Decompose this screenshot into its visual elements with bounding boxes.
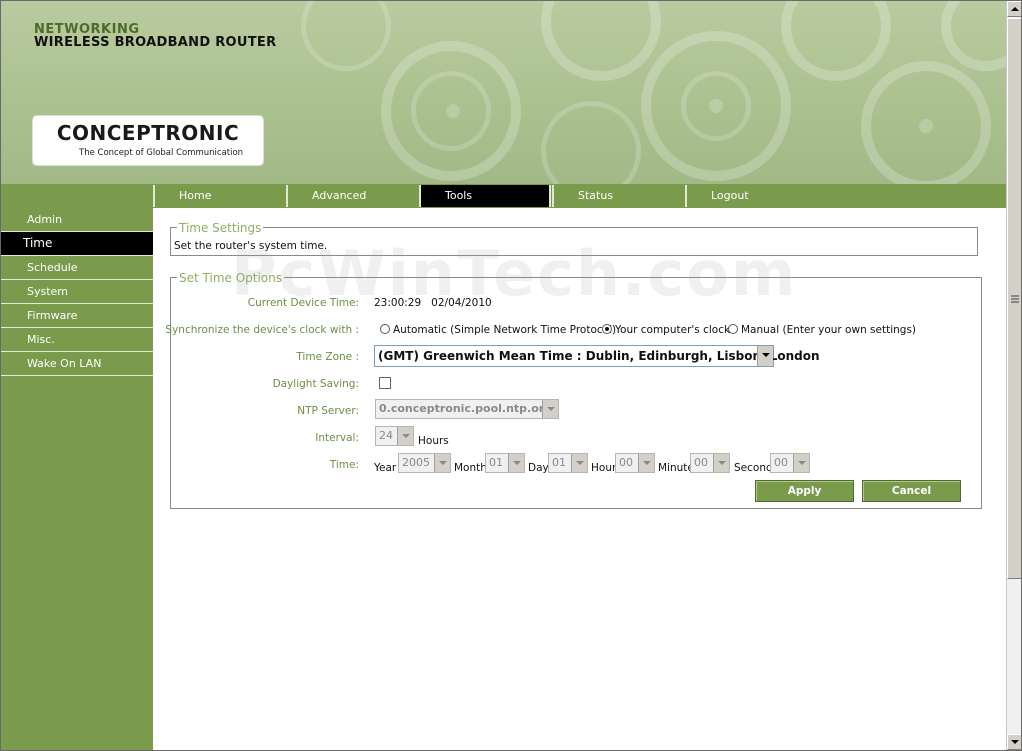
chevron-down-icon[interactable]	[713, 454, 729, 472]
year-label: Year	[374, 462, 397, 474]
conceptronic-logo: CONCEPTRONIC The Concept of Global Commu…	[33, 116, 263, 165]
ntp-server-select[interactable]: 0.conceptronic.pool.ntp.org	[375, 399, 559, 419]
header-banner: NETWORKING WIRELESS BROADBAND ROUTER CON…	[1, 1, 1006, 184]
time-options-legend: Set Time Options	[177, 271, 285, 285]
logo-tagline: The Concept of Global Communication	[79, 148, 244, 158]
scroll-down-icon[interactable]	[1007, 734, 1021, 750]
grip-icon	[1011, 295, 1019, 303]
current-time-label: Current Device Time:	[247, 297, 359, 309]
sync-option-manual[interactable]: Manual (Enter your own settings)	[728, 324, 916, 336]
timezone-label: Time Zone :	[296, 351, 359, 363]
logo-text: CONCEPTRONIC	[56, 121, 240, 145]
chevron-down-icon[interactable]	[508, 454, 524, 472]
interval-unit: Hours	[418, 435, 449, 447]
sync-option-manual-label: Manual (Enter your own settings)	[741, 324, 917, 336]
timezone-value: (GMT) Greenwich Mean Time : Dublin, Edin…	[378, 349, 820, 363]
scroll-up-icon[interactable]	[1007, 1, 1021, 17]
minute-value: 00	[694, 456, 708, 469]
chevron-down-icon[interactable]	[542, 400, 558, 418]
year-value: 2005	[402, 456, 430, 469]
hour-value: 00	[619, 456, 633, 469]
sync-option-automatic-label: Automatic (Simple Network Time Protocol)	[393, 324, 617, 336]
decor-ring	[541, 1, 661, 81]
cancel-button[interactable]: Cancel	[862, 480, 961, 502]
tab-logout[interactable]: Logout	[685, 185, 817, 207]
time-label: Time:	[329, 459, 359, 471]
tab-tools[interactable]: Tools	[419, 185, 551, 207]
sync-option-computer-label: Your computer's clock	[615, 324, 731, 336]
chevron-down-icon[interactable]	[638, 454, 654, 472]
brand-router-title: WIRELESS BROADBAND ROUTER	[34, 35, 277, 50]
vertical-scrollbar[interactable]	[1006, 1, 1021, 750]
month-select[interactable]: 01	[485, 453, 525, 473]
sync-label: Synchronize the device's clock with :	[165, 324, 359, 336]
radio-computer-clock[interactable]	[602, 324, 612, 334]
chevron-down-icon[interactable]	[793, 454, 809, 472]
hour-label: Hour	[591, 462, 617, 474]
month-label: Month	[454, 462, 487, 474]
decor-ring	[541, 101, 641, 184]
radio-automatic[interactable]	[380, 324, 390, 334]
chevron-down-icon[interactable]	[434, 454, 450, 472]
current-time-value: 23:00:29 02/04/2010	[374, 297, 492, 309]
sidebar-item-system[interactable]: System	[1, 280, 153, 304]
decor-ring	[301, 1, 391, 71]
sidebar-item-time[interactable]: Time	[1, 232, 153, 256]
chevron-down-icon[interactable]	[397, 427, 413, 445]
radio-manual[interactable]	[728, 324, 738, 334]
tab-status[interactable]: Status	[552, 185, 684, 207]
interval-value: 24	[379, 429, 393, 442]
ntp-label: NTP Server:	[297, 405, 359, 417]
sidebar-item-wake-on-lan[interactable]: Wake On LAN	[1, 352, 153, 376]
daylight-label: Daylight Saving:	[272, 378, 359, 390]
nav-spacer	[1, 184, 153, 208]
minute-select[interactable]: 00	[690, 453, 730, 473]
daylight-checkbox[interactable]	[379, 377, 391, 389]
decor-dot	[919, 119, 933, 133]
decor-ring	[781, 1, 891, 81]
day-label: Day	[528, 462, 549, 474]
second-value: 00	[774, 456, 788, 469]
decor-dot	[709, 99, 723, 113]
apply-button[interactable]: Apply	[755, 480, 854, 502]
interval-label: Interval:	[315, 432, 359, 444]
interval-select[interactable]: 24	[375, 426, 414, 446]
tab-advanced[interactable]: Advanced	[286, 185, 418, 207]
time-settings-legend: Time Settings	[177, 221, 264, 235]
scrollbar-thumb[interactable]	[1007, 18, 1021, 579]
tab-home[interactable]: Home	[153, 185, 285, 207]
hour-select[interactable]: 00	[615, 453, 655, 473]
month-value: 01	[489, 456, 503, 469]
main-content: Time Settings Set the router's system ti…	[153, 208, 1006, 750]
chevron-down-icon[interactable]	[571, 454, 587, 472]
decor-ring	[941, 1, 1006, 71]
top-nav: Home Advanced Tools Status Logout	[1, 184, 1006, 208]
second-label: Second	[734, 462, 773, 474]
sync-option-automatic[interactable]: Automatic (Simple Network Time Protocol)	[380, 324, 616, 336]
sync-option-computer[interactable]: Your computer's clock	[602, 324, 730, 336]
second-select[interactable]: 00	[770, 453, 810, 473]
sidebar-item-admin[interactable]: Admin	[1, 208, 153, 232]
sidebar-item-schedule[interactable]: Schedule	[1, 256, 153, 280]
timezone-select[interactable]: (GMT) Greenwich Mean Time : Dublin, Edin…	[374, 345, 820, 367]
sidebar-item-firmware[interactable]: Firmware	[1, 304, 153, 328]
ntp-server-value: 0.conceptronic.pool.ntp.org	[379, 402, 553, 415]
year-select[interactable]: 2005	[398, 453, 451, 473]
browser-frame: NETWORKING WIRELESS BROADBAND ROUTER CON…	[0, 0, 1022, 751]
decor-dot	[446, 104, 460, 118]
time-settings-description: Set the router's system time.	[174, 240, 328, 252]
sidebar-item-misc[interactable]: Misc.	[1, 328, 153, 352]
day-value: 01	[552, 456, 566, 469]
minute-label: Minute	[658, 462, 694, 474]
day-select[interactable]: 01	[548, 453, 588, 473]
chevron-down-icon[interactable]	[757, 346, 773, 366]
time-options-box	[170, 277, 982, 509]
sidebar: Admin Time Schedule System Firmware Misc…	[1, 208, 153, 750]
